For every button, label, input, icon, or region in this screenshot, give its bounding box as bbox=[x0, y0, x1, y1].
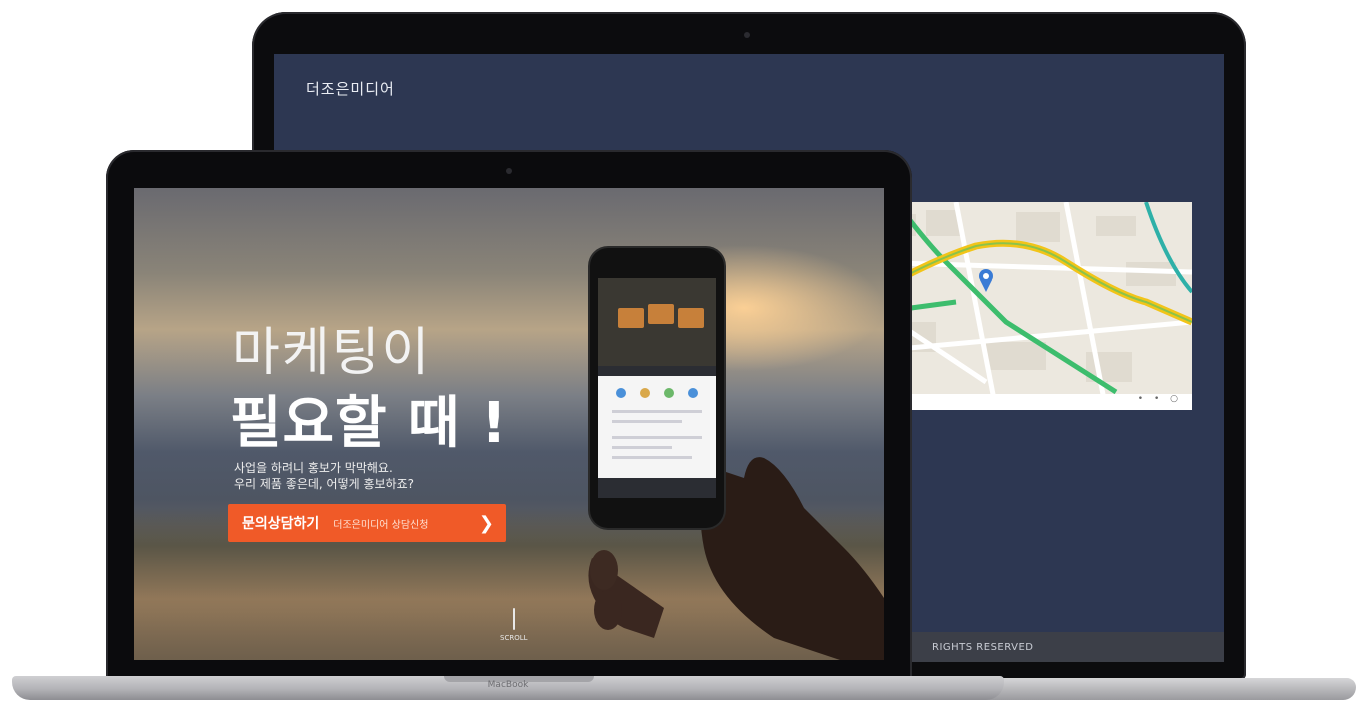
phone-text-line bbox=[612, 410, 702, 413]
phone-icon bbox=[688, 388, 698, 398]
map-zoom-controls[interactable]: • • ○ bbox=[1138, 394, 1182, 404]
phone-text-line bbox=[612, 456, 692, 459]
back-camera bbox=[744, 32, 750, 38]
hero-subtext-line2: 우리 제품 좋은데, 어떻게 홍보하죠? bbox=[234, 477, 415, 491]
chevron-right-icon: ❯ bbox=[478, 512, 494, 534]
location-map[interactable]: • • ○ bbox=[866, 202, 1192, 410]
phone-icon bbox=[640, 388, 650, 398]
smartphone bbox=[590, 248, 724, 528]
consult-button[interactable]: 문의상담하기 더조은미디어 상담신청 ❯ bbox=[228, 504, 506, 542]
phone-text-line bbox=[612, 446, 672, 449]
brand-logo[interactable]: 더조은미디어 bbox=[306, 78, 395, 99]
phone-icon bbox=[664, 388, 674, 398]
hero-headline-line1: 마케팅이 bbox=[232, 323, 432, 383]
consult-button-label: 문의상담하기 bbox=[242, 516, 320, 532]
front-camera bbox=[506, 168, 512, 174]
phone-text-line bbox=[612, 436, 702, 439]
consult-button-sublabel: 더조은미디어 상담신청 bbox=[333, 519, 429, 531]
scroll-label: SCROLL bbox=[500, 634, 528, 642]
front-laptop: 마케팅이 필요할 때 ! 사업을 하려니 홍보가 막막해요. 우리 제품 좋은데… bbox=[106, 150, 912, 680]
phone-screen-content bbox=[598, 376, 716, 478]
hero-subtext-line1: 사업을 하려니 홍보가 막막해요. bbox=[234, 461, 393, 475]
phone-text-line bbox=[612, 420, 682, 423]
copyright-text: RIGHTS RESERVED bbox=[932, 642, 1034, 653]
phone-card bbox=[678, 308, 704, 328]
phone-card bbox=[618, 308, 644, 328]
macbook-label: MacBook bbox=[487, 680, 529, 690]
phone-card bbox=[648, 304, 674, 324]
scroll-indicator[interactable]: SCROLL bbox=[500, 608, 528, 642]
scroll-line-icon bbox=[512, 608, 515, 630]
hero-headline-line2: 필요할 때 ! bbox=[230, 391, 508, 456]
phone-screen-header bbox=[598, 278, 716, 366]
phone-icon bbox=[616, 388, 626, 398]
phone-screen bbox=[598, 278, 716, 498]
hero-section: 마케팅이 필요할 때 ! 사업을 하려니 홍보가 막막해요. 우리 제품 좋은데… bbox=[134, 188, 884, 660]
map-graphic bbox=[866, 202, 1192, 410]
